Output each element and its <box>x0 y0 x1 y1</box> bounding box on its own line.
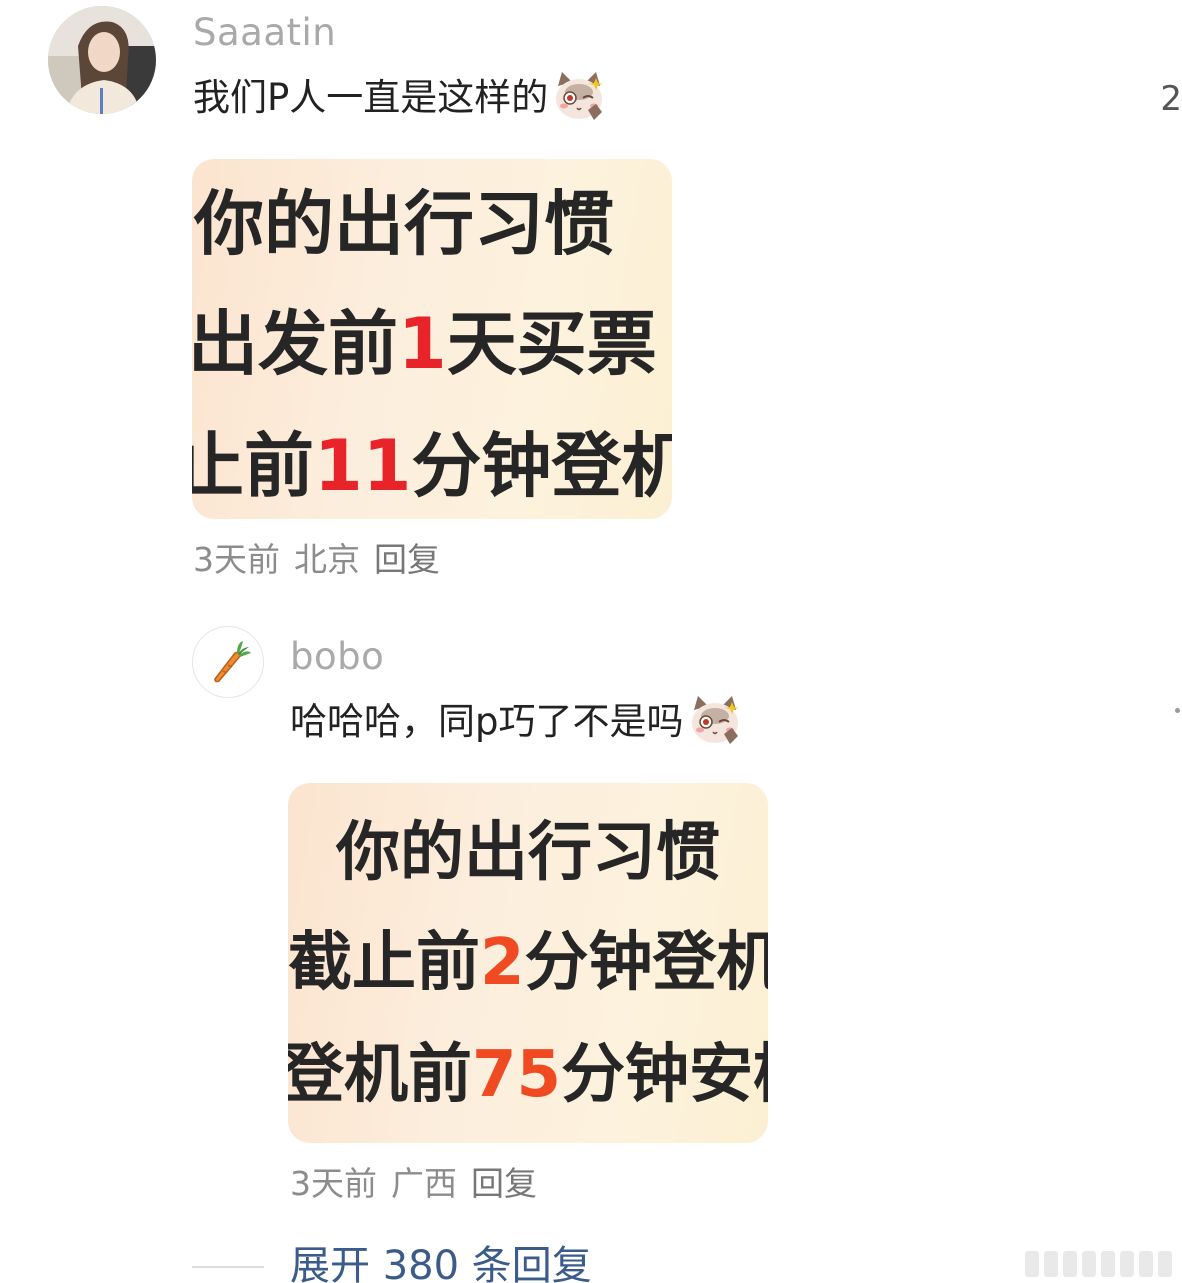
image-text-part: 截止前 <box>288 926 480 1000</box>
reply-text-content: 哈哈哈，同p巧了不是吗 <box>290 699 684 743</box>
image-text-part: 天买票 <box>446 303 657 385</box>
image-text-part: 分钟登机 <box>524 926 768 1000</box>
image-text-part: 你的出行习惯 <box>194 183 614 265</box>
reply-meta: 3天前 广西 回复 <box>290 1167 551 1200</box>
more-options-icon[interactable] <box>1175 708 1180 713</box>
image-text-part: 分钟安检 <box>561 1038 768 1112</box>
image-text-part: 分钟登机 <box>411 425 672 507</box>
comment-meta: 3天前 北京 回复 <box>193 543 454 576</box>
reply-username[interactable]: bobo <box>290 638 384 675</box>
reply-avatar[interactable] <box>192 626 264 698</box>
carrot-icon <box>214 641 251 683</box>
reply-button[interactable]: 回复 <box>471 1164 537 1203</box>
comment-time: 3天前 <box>193 540 280 579</box>
image-text-highlight: 11 <box>314 425 412 507</box>
image-text-part: 登机前 <box>288 1038 472 1112</box>
image-text-highlight: 1 <box>398 303 447 385</box>
reply-image[interactable]: 你的出行习惯 截止前2分钟登机 登机前75分钟安检 <box>288 783 768 1143</box>
comment-thread: Saaatin 我们P人一直是这样的 2 你的出行习惯 出发前1天买票 止前11 <box>0 0 1182 1283</box>
image-text-line-1: 你的出行习惯 <box>194 189 614 259</box>
comment-username[interactable]: Saaatin <box>193 14 336 51</box>
expand-replies-button[interactable]: 展开 380 条回复 <box>290 1246 592 1283</box>
avatar[interactable] <box>48 6 156 114</box>
comment-text: 我们P人一直是这样的 <box>193 70 606 124</box>
image-text-line-2: 截止前2分钟登机 <box>288 931 768 995</box>
comment-text-content: 我们P人一直是这样的 <box>193 75 549 119</box>
image-text-line-3: 登机前75分钟安检 <box>288 1043 768 1107</box>
reply-time: 3天前 <box>290 1164 377 1203</box>
image-text-part: 你的出行习惯 <box>336 816 720 890</box>
image-text-part: 止前 <box>192 425 314 507</box>
image-text-line-1: 你的出行习惯 <box>336 821 720 885</box>
image-text-part: 出发前 <box>192 303 398 385</box>
image-text-line-3: 止前11分钟登机 <box>192 431 672 501</box>
image-text-line-2: 出发前1天买票 <box>192 309 657 379</box>
reply-location: 广西 <box>391 1164 457 1203</box>
cat-wink-emoji-icon <box>556 72 604 120</box>
image-text-highlight: 75 <box>472 1038 562 1112</box>
comment-location: 北京 <box>294 540 360 579</box>
watermark <box>1025 1251 1172 1277</box>
expand-divider <box>192 1266 264 1268</box>
comment-image[interactable]: 你的出行习惯 出发前1天买票 止前11分钟登机 <box>192 159 672 519</box>
user-photo-icon <box>48 6 156 114</box>
reply-text: 哈哈哈，同p巧了不是吗 <box>290 694 742 748</box>
reply-button[interactable]: 回复 <box>374 540 440 579</box>
image-text-highlight: 2 <box>480 926 525 1000</box>
cat-wink-emoji-icon <box>691 696 739 744</box>
like-count-partial[interactable]: 2 <box>1160 82 1182 116</box>
